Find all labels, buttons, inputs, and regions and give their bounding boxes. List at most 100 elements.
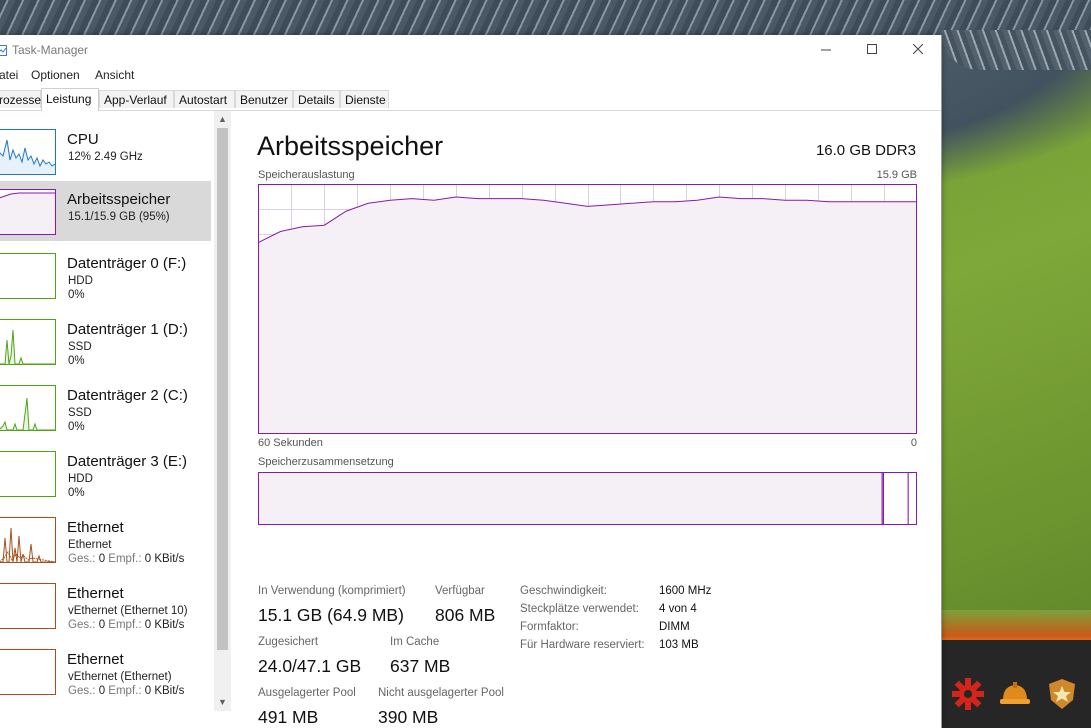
composition-segment bbox=[258, 472, 883, 525]
desktop-ridge bbox=[940, 610, 1091, 640]
paged-pool-label: Ausgelagerter Pool bbox=[258, 687, 356, 699]
sent-value: 0 bbox=[98, 553, 106, 565]
sidebar-item-name: Datenträger 0 (F:) bbox=[67, 255, 187, 272]
composition-segment bbox=[907, 472, 917, 525]
close-button[interactable] bbox=[895, 35, 941, 65]
ethernet1-thumbnail-graph bbox=[0, 517, 56, 563]
sidebar-item-usage: 0% bbox=[68, 355, 85, 367]
sidebar-item-detail: 15.1/15.9 GB (95%) bbox=[68, 211, 170, 223]
hard-hat-icon[interactable] bbox=[997, 676, 1033, 712]
ethernet2-thumbnail-graph bbox=[0, 583, 56, 629]
cached-label: Im Cache bbox=[390, 636, 440, 648]
slots-value: 4 von 4 bbox=[659, 603, 697, 615]
maximize-button[interactable] bbox=[849, 35, 895, 65]
cached-value: 637 MB bbox=[390, 656, 451, 676]
committed-label: Zugesichert bbox=[258, 636, 319, 648]
memory-composition-bar bbox=[258, 472, 917, 525]
disk2-thumbnail-graph bbox=[0, 385, 56, 431]
tab-services[interactable]: Dienste bbox=[340, 90, 389, 108]
sent-label: Ges.: bbox=[68, 619, 96, 631]
maximize-icon bbox=[867, 44, 877, 54]
sidebar-item-ethernet-3[interactable]: Ethernet vEthernet (Ethernet) Ges.: 0 Em… bbox=[0, 641, 211, 701]
sidebar-item-adapter: vEthernet (Ethernet) bbox=[68, 671, 172, 683]
title-bar[interactable]: Task-Manager bbox=[0, 35, 941, 65]
minimize-icon bbox=[821, 49, 831, 51]
window-title: Task-Manager bbox=[12, 43, 89, 57]
disk0-thumbnail-graph bbox=[0, 253, 56, 299]
task-manager-icon bbox=[0, 43, 7, 56]
sidebar-item-disk-3[interactable]: Datenträger 3 (E:) HDD 0% bbox=[0, 443, 211, 503]
sidebar-item-disk-0[interactable]: Datenträger 0 (F:) HDD 0% bbox=[0, 245, 211, 305]
tab-users[interactable]: Benutzer bbox=[235, 90, 293, 108]
sidebar-item-adapter: Ethernet bbox=[68, 539, 112, 551]
nonpaged-pool-value: 390 MB bbox=[378, 707, 439, 727]
received-label: Empf.: bbox=[108, 685, 142, 697]
scroll-up-icon[interactable]: ▲ bbox=[214, 111, 231, 128]
scroll-down-icon[interactable]: ▼ bbox=[214, 694, 231, 711]
police-badge-icon[interactable] bbox=[1044, 676, 1080, 712]
in-use-label: In Verwendung (komprimiert) bbox=[258, 585, 406, 597]
sent-value: 0 bbox=[98, 685, 106, 697]
sidebar-item-adapter: vEthernet (Ethernet 10) bbox=[68, 605, 188, 617]
nonpaged-pool-label: Nicht ausgelagerter Pool bbox=[378, 687, 504, 699]
page-title: Arbeitsspeicher bbox=[257, 131, 444, 161]
sidebar-item-name: Ethernet bbox=[67, 519, 124, 536]
speed-value: 1600 MHz bbox=[659, 585, 712, 597]
received-value: 0 KBit/s bbox=[144, 619, 185, 631]
sidebar-item-type: HDD bbox=[68, 275, 93, 287]
menu-view[interactable]: Ansicht bbox=[95, 68, 134, 82]
sidebar-item-throughput: Ges.: 0 Empf.: 0 KBit/s bbox=[68, 553, 184, 565]
committed-value: 24.0/47.1 GB bbox=[258, 656, 362, 676]
memory-thumbnail-graph bbox=[0, 189, 56, 235]
tab-startup[interactable]: Autostart bbox=[174, 90, 235, 108]
sidebar-item-cpu[interactable]: CPU 12% 2.49 GHz bbox=[0, 121, 211, 181]
speed-label: Geschwindigkeit: bbox=[520, 585, 607, 597]
sidebar-item-ethernet-2[interactable]: Ethernet vEthernet (Ethernet 10) Ges.: 0… bbox=[0, 575, 211, 635]
sidebar-item-name: Ethernet bbox=[67, 651, 124, 668]
sidebar-item-usage: 0% bbox=[68, 421, 85, 433]
memory-usage-area bbox=[258, 197, 917, 434]
composition-segment bbox=[883, 472, 909, 525]
menu-file[interactable]: atei bbox=[0, 68, 18, 82]
tab-app-history[interactable]: App-Verlauf bbox=[99, 90, 174, 108]
tab-processes[interactable]: rozesse bbox=[0, 90, 41, 108]
slots-label: Steckplätze verwendet: bbox=[520, 603, 639, 615]
sidebar-item-disk-2[interactable]: Datenträger 2 (C:) SSD 0% bbox=[0, 377, 211, 437]
cpu-thumbnail-graph bbox=[0, 129, 56, 175]
sidebar-item-type: SSD bbox=[68, 341, 92, 353]
red-gear-icon[interactable] bbox=[950, 676, 986, 712]
memory-spec: 16.0 GB DDR3 bbox=[815, 142, 916, 159]
tab-performance[interactable]: Leistung bbox=[41, 88, 99, 111]
sidebar-item-disk-1[interactable]: Datenträger 1 (D:) SSD 0% bbox=[0, 311, 211, 371]
minimize-button[interactable] bbox=[803, 35, 849, 65]
sidebar-item-memory[interactable]: Arbeitsspeicher 15.1/15.9 GB (95%) bbox=[0, 181, 211, 241]
composition-label: Speicherzusammensetzung bbox=[258, 456, 394, 468]
paged-pool-value: 491 MB bbox=[258, 707, 319, 727]
sent-label: Ges.: bbox=[68, 685, 96, 697]
available-label: Verfügbar bbox=[435, 585, 485, 597]
in-use-value: 15.1 GB (64.9 MB) bbox=[258, 605, 404, 625]
sidebar-item-usage: 0% bbox=[68, 289, 85, 301]
form-factor-value: DIMM bbox=[659, 621, 690, 633]
tab-details[interactable]: Details bbox=[293, 90, 340, 108]
sidebar-item-name: Ethernet bbox=[67, 585, 124, 602]
disk3-thumbnail-graph bbox=[0, 451, 56, 497]
tab-strip: rozesse Leistung App-Verlauf Autostart B… bbox=[0, 88, 941, 111]
sidebar-item-detail: 12% 2.49 GHz bbox=[68, 151, 143, 163]
scrollbar-thumb[interactable] bbox=[217, 128, 228, 650]
received-label: Empf.: bbox=[108, 619, 142, 631]
received-label: Empf.: bbox=[108, 553, 142, 565]
received-value: 0 KBit/s bbox=[144, 553, 185, 565]
disk1-thumbnail-graph bbox=[0, 319, 56, 365]
sent-label: Ges.: bbox=[68, 553, 96, 565]
graph-label: Speicherauslastung bbox=[258, 169, 355, 181]
sidebar-scrollbar[interactable]: ▲ ▼ bbox=[214, 111, 231, 711]
sidebar-item-name: CPU bbox=[67, 131, 99, 148]
graph-min-label: 0 bbox=[910, 437, 917, 449]
sidebar-item-type: HDD bbox=[68, 473, 93, 485]
sidebar-item-ethernet-1[interactable]: Ethernet Ethernet Ges.: 0 Empf.: 0 KBit/… bbox=[0, 509, 211, 569]
menu-options[interactable]: Optionen bbox=[31, 68, 80, 82]
memory-usage-graph bbox=[258, 184, 917, 434]
sidebar-item-name: Arbeitsspeicher bbox=[67, 191, 171, 208]
desktop-water-texture bbox=[0, 0, 1091, 40]
